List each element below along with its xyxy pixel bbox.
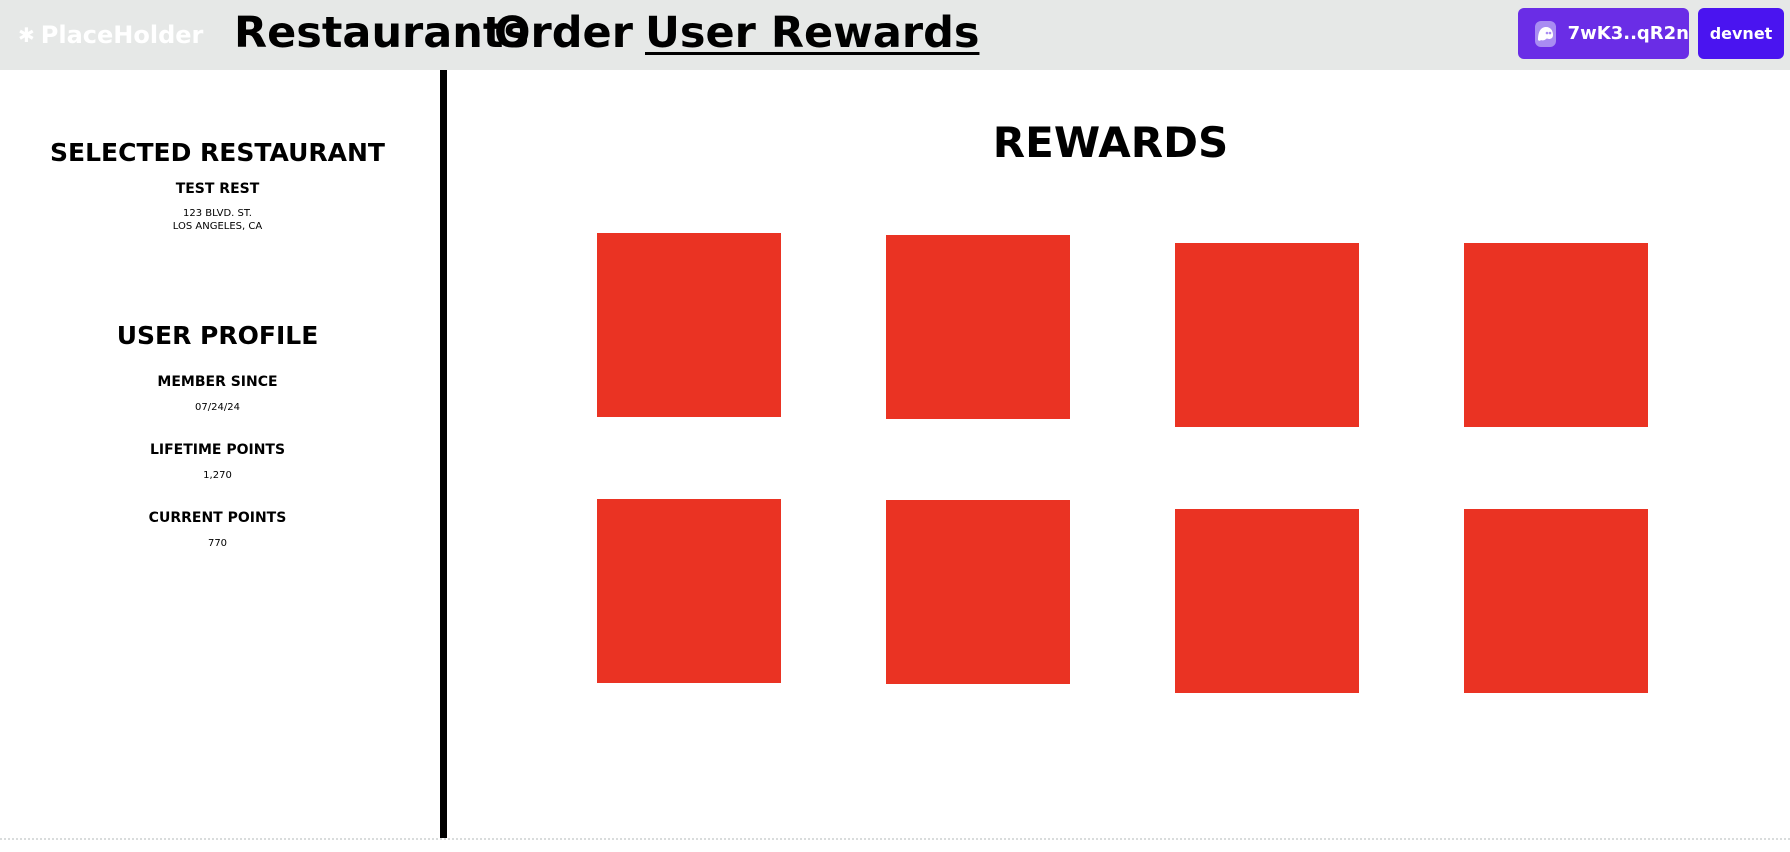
reward-tile-5[interactable] bbox=[597, 499, 781, 683]
user-profile-heading: USER PROFILE bbox=[116, 321, 319, 350]
address-line-1: 123 BLVD. ST. bbox=[183, 208, 252, 219]
address-line-2: LOS ANGELES, CA bbox=[172, 221, 263, 232]
reward-tile-1[interactable] bbox=[597, 233, 781, 417]
member-since-field: MEMBER SINCE 07/24/24 bbox=[0, 374, 435, 413]
reward-tile-4[interactable] bbox=[1464, 243, 1648, 427]
member-since-label: MEMBER SINCE bbox=[157, 374, 278, 390]
logo-text: PlaceHolder bbox=[40, 21, 204, 49]
logo[interactable]: ✱ PlaceHolder bbox=[18, 20, 203, 50]
nav-user-rewards[interactable]: User Rewards bbox=[645, 8, 979, 58]
wallet-address: 7wK3..qR2n bbox=[1567, 23, 1689, 44]
ghost-icon bbox=[1535, 20, 1556, 47]
rewards-title: REWARDS bbox=[992, 118, 1229, 167]
lifetime-points-field: LIFETIME POINTS 1,270 bbox=[0, 442, 435, 481]
top-nav-bar: ✱ PlaceHolder Restaurants Order User Rew… bbox=[0, 0, 1790, 70]
current-points-label: CURRENT POINTS bbox=[148, 510, 287, 526]
nav-restaurants[interactable]: Restaurants bbox=[234, 8, 529, 58]
lifetime-points-value: 1,270 bbox=[203, 470, 232, 481]
wallet-button[interactable]: 7wK3..qR2n bbox=[1518, 8, 1689, 59]
restaurant-name: TEST REST bbox=[175, 181, 260, 197]
reward-tile-8[interactable] bbox=[1464, 509, 1648, 693]
user-profile-section: USER PROFILE MEMBER SINCE 07/24/24 LIFET… bbox=[0, 321, 435, 549]
selected-restaurant-heading: SELECTED RESTAURANT bbox=[50, 138, 385, 167]
current-points-field: CURRENT POINTS 770 bbox=[0, 510, 435, 549]
asterisk-icon: ✱ bbox=[18, 23, 35, 47]
reward-tile-7[interactable] bbox=[1175, 509, 1359, 693]
reward-tile-2[interactable] bbox=[886, 235, 1070, 419]
member-since-value: 07/24/24 bbox=[195, 402, 240, 413]
nav-order[interactable]: Order bbox=[494, 8, 633, 58]
selected-restaurant-section: SELECTED RESTAURANT TEST REST 123 BLVD. … bbox=[0, 70, 435, 233]
reward-tile-6[interactable] bbox=[886, 500, 1070, 684]
sidebar: SELECTED RESTAURANT TEST REST 123 BLVD. … bbox=[0, 70, 435, 549]
reward-tile-3[interactable] bbox=[1175, 243, 1359, 427]
current-points-value: 770 bbox=[207, 538, 228, 549]
bottom-dotted-border bbox=[0, 838, 1790, 840]
lifetime-points-label: LIFETIME POINTS bbox=[149, 442, 286, 458]
sidebar-divider bbox=[440, 70, 447, 838]
restaurant-address: 123 BLVD. ST. LOS ANGELES, CA bbox=[0, 207, 435, 233]
network-button[interactable]: devnet bbox=[1698, 8, 1784, 59]
